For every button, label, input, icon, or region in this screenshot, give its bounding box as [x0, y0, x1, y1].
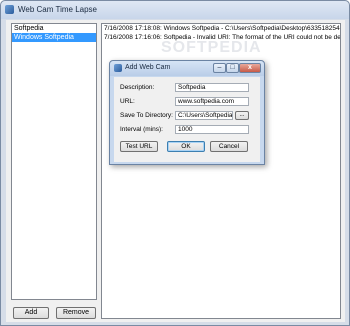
window-title: Web Cam Time Lapse: [18, 5, 97, 14]
description-label: Description:: [120, 84, 155, 91]
minimize-button[interactable]: –: [213, 63, 226, 73]
url-label: URL:: [120, 98, 135, 105]
dialog-titlebar[interactable]: Add Web Cam – □ x: [110, 61, 264, 76]
close-button[interactable]: x: [239, 63, 261, 73]
add-button[interactable]: Add: [13, 307, 49, 319]
browse-button[interactable]: ...: [235, 111, 249, 120]
directory-label: Save To Directory:: [120, 112, 173, 119]
url-input[interactable]: www.softpedia.com: [175, 97, 249, 106]
add-web-cam-dialog: Add Web Cam – □ x Description: Softpedia…: [109, 60, 265, 165]
description-input[interactable]: Softpedia: [175, 83, 249, 92]
profile-list-item-selected[interactable]: Windows Softpedia: [12, 33, 96, 42]
main-titlebar[interactable]: Web Cam Time Lapse: [1, 1, 349, 19]
dialog-client-area: Description: Softpedia URL: www.softpedi…: [114, 77, 260, 162]
softpedia-watermark: SOFTPEDIA: [161, 39, 262, 56]
test-url-button[interactable]: Test URL: [120, 141, 158, 152]
interval-input[interactable]: 1000: [175, 125, 249, 134]
interval-label: Interval (mins):: [120, 126, 163, 133]
ok-button[interactable]: OK: [167, 141, 205, 152]
dialog-title: Add Web Cam: [125, 64, 171, 71]
remove-button[interactable]: Remove: [56, 307, 96, 319]
directory-input[interactable]: C:\Users\Softpedia\: [175, 111, 233, 120]
profile-list[interactable]: Softpedia Windows Softpedia: [11, 23, 97, 300]
cancel-button[interactable]: Cancel: [210, 141, 248, 152]
app-icon: [5, 5, 14, 14]
profile-list-item[interactable]: Softpedia: [12, 24, 96, 33]
dialog-app-icon: [114, 64, 122, 72]
maximize-button[interactable]: □: [226, 63, 239, 73]
main-window: Web Cam Time Lapse Softpedia Windows Sof…: [0, 0, 350, 326]
log-entry: 7/16/2008 17:18:08: Windows Softpedia - …: [104, 25, 341, 32]
